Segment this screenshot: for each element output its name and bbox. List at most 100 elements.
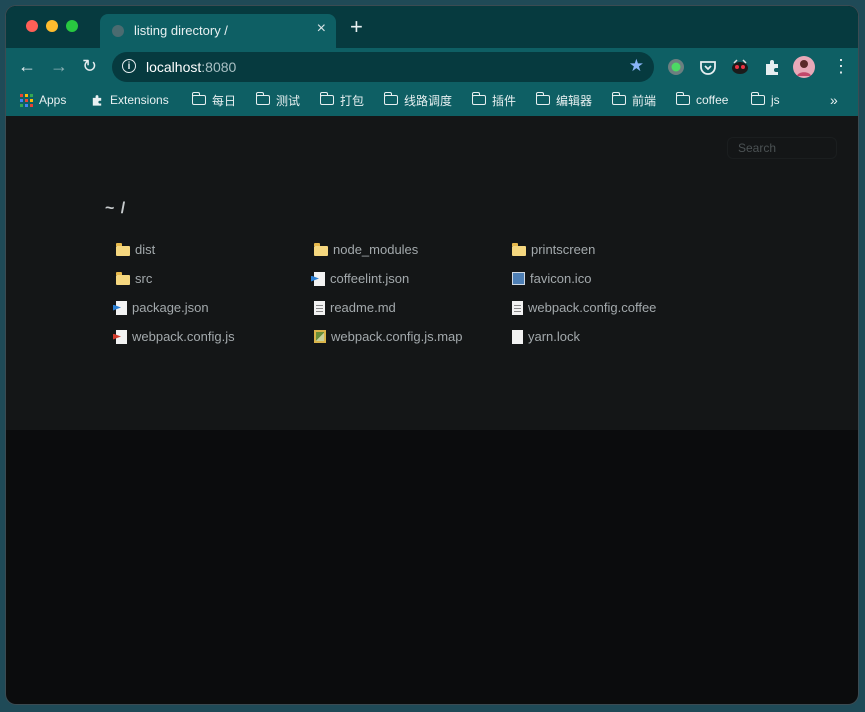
bookmark-folder-label: 每日: [212, 93, 237, 108]
file-link[interactable]: webpack.config.js: [116, 329, 235, 344]
bookmark-apps-label: Apps: [39, 93, 67, 107]
bookmark-folder-label: js: [771, 93, 780, 107]
file-name: src: [135, 271, 153, 286]
bookmark-folder-label: 测试: [276, 93, 301, 108]
file-name: package.json: [132, 300, 209, 315]
bookmark-folder[interactable]: coffee: [675, 91, 729, 109]
bookmark-folder-label: 前端: [632, 93, 657, 108]
file-name: webpack.config.js.map: [331, 329, 463, 344]
puzzle-icon: [92, 95, 102, 106]
window-controls: [26, 20, 78, 32]
file-link[interactable]: yarn.lock: [512, 329, 580, 344]
file-name: yarn.lock: [528, 329, 581, 344]
bookmark-folder-label: 编辑器: [556, 93, 593, 108]
file-link[interactable]: coffeelint.json: [314, 271, 409, 286]
bookmark-folder[interactable]: 每日: [191, 91, 237, 109]
file-name: dist: [135, 242, 156, 257]
breadcrumb: ~ /: [105, 200, 127, 217]
file-link[interactable]: package.json: [116, 300, 209, 315]
folder-icon: [675, 92, 690, 105]
more-bookmarks-button[interactable]: »: [830, 91, 838, 109]
folder-icon: [512, 243, 526, 256]
url-text: localhost:8080: [146, 59, 236, 75]
folder-icon: [611, 92, 626, 105]
folder-icon: [116, 272, 130, 285]
back-button[interactable]: ←: [18, 56, 36, 76]
profile-avatar[interactable]: [792, 55, 816, 79]
forward-button[interactable]: →: [50, 56, 68, 76]
file-link[interactable]: webpack.config.js.map: [314, 329, 463, 344]
bookmark-folder[interactable]: 测试: [255, 91, 301, 109]
file-name: webpack.config.coffee: [528, 300, 657, 315]
bookmark-folder-label: 插件: [492, 93, 517, 108]
file-name: node_modules: [333, 242, 419, 257]
pocket-icon[interactable]: [698, 57, 718, 77]
browser-window: listing directory / × + ← → ↻ i localhos…: [6, 6, 858, 704]
url-port: :8080: [201, 59, 237, 75]
file-name: readme.md: [330, 300, 396, 315]
bookmark-folder-label: 打包: [340, 93, 365, 108]
bookmark-folder[interactable]: 线路调度: [383, 91, 453, 109]
minimize-window-button[interactable]: [46, 20, 58, 32]
close-window-button[interactable]: [26, 20, 38, 32]
file-link[interactable]: node_modules: [314, 242, 418, 257]
file-link[interactable]: webpack.config.coffee: [512, 300, 656, 315]
json-file-icon: [314, 271, 325, 286]
folder-icon: [383, 92, 398, 105]
url-host: localhost: [146, 59, 202, 75]
green-dot-extension-icon[interactable]: [666, 57, 686, 77]
search-input[interactable]: [727, 137, 837, 159]
folder-icon: [116, 243, 130, 256]
new-tab-button[interactable]: +: [350, 16, 363, 38]
active-tab[interactable]: listing directory / ×: [100, 14, 336, 50]
reload-button[interactable]: ↻: [82, 56, 97, 76]
file-name: webpack.config.js: [132, 329, 235, 344]
bookmark-folder[interactable]: 前端: [611, 91, 657, 109]
file-name: coffeelint.json: [330, 271, 410, 286]
mask-extension-icon[interactable]: [730, 57, 750, 77]
bookmark-folder[interactable]: 编辑器: [535, 91, 593, 109]
browser-toolbar: ← → ↻ i localhost:8080 ★ ⋮: [6, 48, 858, 86]
extensions-puzzle-icon[interactable]: [762, 57, 782, 77]
file-link[interactable]: src: [116, 271, 152, 286]
folder-icon: [750, 92, 765, 105]
bookmark-extensions-label: Extensions: [110, 93, 169, 107]
bookmark-folder[interactable]: js: [750, 91, 780, 109]
folder-icon: [535, 92, 550, 105]
address-bar[interactable]: i localhost:8080 ★: [112, 52, 654, 82]
file-link[interactable]: readme.md: [314, 300, 396, 315]
folder-icon: [471, 92, 486, 105]
file-link[interactable]: favicon.ico: [512, 271, 591, 286]
bookmark-folder-label: 线路调度: [404, 93, 453, 108]
site-info-icon[interactable]: i: [122, 59, 136, 73]
image-file-icon: [512, 272, 525, 285]
browser-menu-icon[interactable]: ⋮: [832, 56, 850, 76]
folder-icon: [314, 243, 328, 256]
folder-icon: [255, 92, 270, 105]
bookmark-folder[interactable]: 打包: [319, 91, 365, 109]
blank-file-icon: [512, 329, 523, 344]
text-file-icon: [314, 300, 325, 315]
folder-icon: [191, 92, 206, 105]
bookmark-folder[interactable]: 插件: [471, 91, 517, 109]
apps-grid-icon: [20, 93, 33, 107]
file-link[interactable]: printscreen: [512, 242, 595, 257]
json-file-icon: [116, 300, 127, 315]
bookmark-folder-label: coffee: [696, 93, 729, 107]
bookmark-apps[interactable]: Apps: [20, 91, 66, 109]
bookmark-star-icon[interactable]: ★: [629, 56, 644, 76]
bookmark-extensions[interactable]: Extensions: [90, 91, 169, 109]
zoom-window-button[interactable]: [66, 20, 78, 32]
text-file-icon: [512, 300, 523, 315]
tab-close-icon[interactable]: ×: [317, 20, 326, 38]
bookmarks-bar: Apps Extensions 每日 测试 打包 线路调度 插件 编辑器 前端 …: [6, 86, 858, 116]
file-name: printscreen: [531, 242, 596, 257]
js-file-icon: [116, 329, 127, 344]
tab-title: listing directory /: [134, 23, 228, 38]
globe-icon: [112, 25, 124, 37]
tab-strip: listing directory / × +: [6, 6, 858, 50]
file-link[interactable]: dist: [116, 242, 155, 257]
map-file-icon: [314, 330, 326, 343]
folder-icon: [319, 92, 334, 105]
directory-listing: ~ / dist node_modules printscreen src co…: [6, 116, 858, 430]
